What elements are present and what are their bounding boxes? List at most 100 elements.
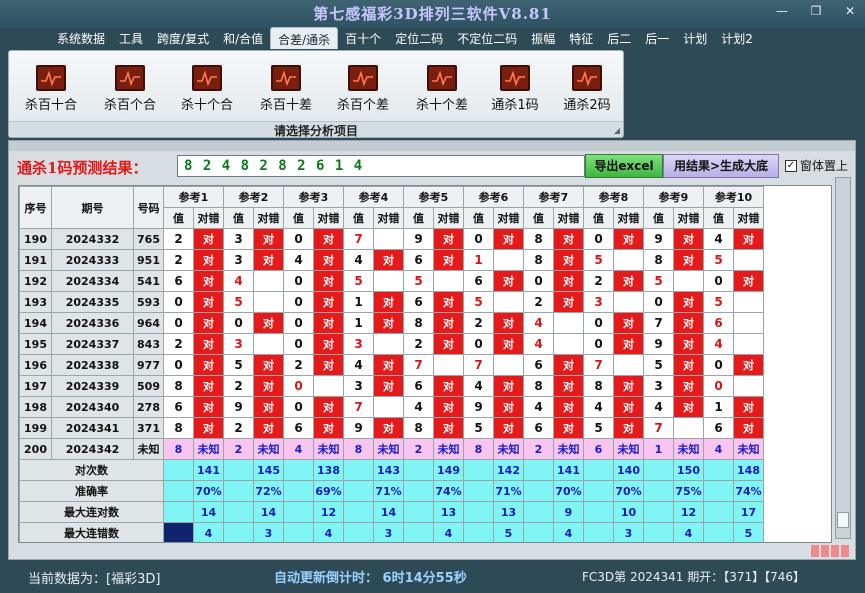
stats-row: 最大连对数 14 14 12 14 13 13 9 10 12 17 xyxy=(19,501,764,523)
menu-item-5[interactable]: 百十个 xyxy=(338,27,388,49)
stats-row: 对次数 141 145 138 143 149 142 141 140 150 148 xyxy=(19,459,764,481)
next-period-row[interactable]: 200 2024342 未知 8 未知 2 未知 4 未知 8 未知 2 未知 8 未知 2 未知 6 未知 1 未知 4… xyxy=(19,438,764,460)
cell-result: 对 xyxy=(553,354,584,376)
cell-value: 2 xyxy=(463,312,494,334)
stats-spacer xyxy=(163,459,194,481)
header-ref-9[interactable]: 参考9 xyxy=(643,186,704,208)
cell-result: 对 xyxy=(613,375,644,397)
header-seq[interactable]: 序号 xyxy=(19,186,52,229)
ribbon-expand-icon[interactable]: ◢ xyxy=(614,126,620,135)
cell-value: 4 xyxy=(583,396,614,418)
cell-value: 0 xyxy=(463,228,494,250)
cell-result: 对 xyxy=(493,312,524,334)
menu-item-8[interactable]: 振幅 xyxy=(524,27,562,49)
menu-item-10[interactable]: 后二 xyxy=(600,27,638,49)
cell-result: 未知 xyxy=(373,438,404,460)
cell-result: 对 xyxy=(493,417,524,439)
header-ref-5[interactable]: 参考5 xyxy=(403,186,464,208)
cell-value: 6 xyxy=(523,417,554,439)
header-ref-6[interactable]: 参考6 xyxy=(463,186,524,208)
header-ref-3[interactable]: 参考3 xyxy=(283,186,344,208)
stats-spacer xyxy=(463,480,494,502)
cell-value: 7 xyxy=(643,312,674,334)
horizontal-scroll-indicator[interactable] xyxy=(811,545,849,557)
header-ref-4[interactable]: 参考4 xyxy=(343,186,404,208)
ribbon-tool-0[interactable]: 杀百十合 xyxy=(11,65,91,115)
ribbon-tool-label: 杀十个差 xyxy=(415,98,468,113)
header-ref-8[interactable]: 参考8 xyxy=(583,186,644,208)
table-row[interactable]: 195 2024337 843 2 对 3 0 对 3 2 对 0 对 4 0 对 9 对 4 xyxy=(19,333,764,355)
cell-result: 对 xyxy=(613,333,644,355)
menu-item-9[interactable]: 特征 xyxy=(562,27,600,49)
table-row[interactable]: 194 2024336 964 0 对 0 对 0 对 1 对 8 对 2 对 4 0 对 7 对 6 xyxy=(19,312,764,334)
cell-result: 对 xyxy=(253,249,284,271)
ribbon-tool-1[interactable]: 杀百个合 xyxy=(90,65,170,115)
cell-value: 1 xyxy=(703,396,734,418)
stats-spacer xyxy=(523,522,554,542)
ribbon-tool-2[interactable]: 杀十个合 xyxy=(167,65,247,115)
generate-base-button[interactable]: 用结果>生成大底 xyxy=(663,154,779,178)
header-ref-2[interactable]: 参考2 xyxy=(223,186,284,208)
table-row[interactable]: 190 2024332 765 2 对 3 对 0 对 7 9 对 0 对 8 对 0 对 9 对 4 对 xyxy=(19,228,764,250)
cell-value: 4 xyxy=(523,396,554,418)
menu-item-12[interactable]: 计划 xyxy=(676,27,714,49)
cell-result: 对 xyxy=(253,417,284,439)
ribbon-tool-7[interactable]: 通杀2码 xyxy=(547,65,627,115)
stats-spacer xyxy=(703,522,734,542)
menu-item-4[interactable]: 合差/通杀 xyxy=(270,27,339,49)
header-ref-10[interactable]: 参考10 xyxy=(703,186,764,208)
table-row[interactable]: 193 2024335 593 0 对 5 0 对 1 对 6 对 5 2 对 3 0 对 5 xyxy=(19,291,764,313)
ribbon-tool-6[interactable]: 通杀1码 xyxy=(475,65,555,115)
menu-item-11[interactable]: 后一 xyxy=(638,27,676,49)
table-row[interactable]: 196 2024338 977 0 对 5 对 2 对 4 对 7 7 6 对 7 5 对 0 对 xyxy=(19,354,764,376)
stats-spacer xyxy=(283,522,314,542)
cell-result: 对 xyxy=(193,417,224,439)
table-row[interactable]: 192 2024334 541 6 对 4 0 对 5 5 6 对 0 对 2 对 5 0 对 xyxy=(19,270,764,292)
scrollbar-thumb[interactable] xyxy=(837,512,849,528)
header-value: 值 xyxy=(223,207,254,229)
menu-item-13[interactable]: 计划2 xyxy=(714,27,760,49)
cell-seq: 197 xyxy=(19,375,52,397)
header-ref-1[interactable]: 参考1 xyxy=(163,186,224,208)
cell-value: 8 xyxy=(343,438,374,460)
cell-result xyxy=(613,249,644,271)
stats-spacer xyxy=(703,501,734,523)
stats-spacer xyxy=(343,459,374,481)
menu-item-7[interactable]: 不定位二码 xyxy=(450,27,524,49)
menu-item-3[interactable]: 和/合值 xyxy=(216,27,270,49)
cell-value: 4 xyxy=(463,375,494,397)
header-number[interactable]: 号码 xyxy=(133,186,164,229)
menu-item-1[interactable]: 工具 xyxy=(112,27,150,49)
cell-result: 对 xyxy=(673,333,704,355)
on-top-checkbox[interactable]: ✓ xyxy=(785,159,797,172)
menu-item-0[interactable]: 系统数据 xyxy=(50,27,112,49)
chart-icon xyxy=(500,65,530,91)
vertical-scrollbar[interactable] xyxy=(835,177,851,539)
menu-item-6[interactable]: 定位二码 xyxy=(388,27,450,49)
table-row[interactable]: 199 2024341 371 8 对 2 对 6 对 9 对 8 对 5 对 6 对 5 对 7 6 对 xyxy=(19,417,764,439)
cell-result: 对 xyxy=(433,249,464,271)
table-row[interactable]: 191 2024333 951 2 对 3 对 4 对 4 对 6 对 1 8 对 5 8 对 5 xyxy=(19,249,764,271)
header-ref-7[interactable]: 参考7 xyxy=(523,186,584,208)
export-excel-button[interactable]: 导出excel xyxy=(585,154,663,178)
cell-value: 8 xyxy=(403,312,434,334)
prediction-result-field[interactable]: 8 2 4 8 2 8 2 6 1 4 xyxy=(177,155,585,177)
cell-value: 9 xyxy=(643,228,674,250)
stats-row: 准确率 70% 72% 69% 71% 74% 71% 70% 70% 75% 74% xyxy=(19,480,764,502)
restore-button[interactable]: ❐ xyxy=(807,4,825,18)
window-on-top-toggle[interactable]: ✓ 窗体置上 xyxy=(785,157,848,174)
menu-item-2[interactable]: 跨度/复式 xyxy=(150,27,216,49)
ribbon-tool-4[interactable]: 杀百个差 xyxy=(323,65,403,115)
ribbon-tool-5[interactable]: 杀十个差 xyxy=(402,65,482,115)
stats-spacer xyxy=(223,501,254,523)
close-button[interactable]: ✕ xyxy=(841,4,859,18)
minimize-button[interactable]: — xyxy=(773,4,791,18)
table-row[interactable]: 198 2024340 278 6 对 9 对 0 对 7 4 对 9 对 4 对 4 对 4 对 1 对 xyxy=(19,396,764,418)
table-row[interactable]: 197 2024339 509 8 对 2 对 0 3 对 6 对 4 对 8 对 8 对 3 对 0 xyxy=(19,375,764,397)
ribbon-tool-3[interactable]: 杀百十差 xyxy=(246,65,326,115)
header-period[interactable]: 期号 xyxy=(51,186,134,229)
stats-spacer xyxy=(463,522,494,542)
cell-result: 对 xyxy=(253,396,284,418)
cell-value: 9 xyxy=(643,333,674,355)
cell-result: 未知 xyxy=(613,438,644,460)
